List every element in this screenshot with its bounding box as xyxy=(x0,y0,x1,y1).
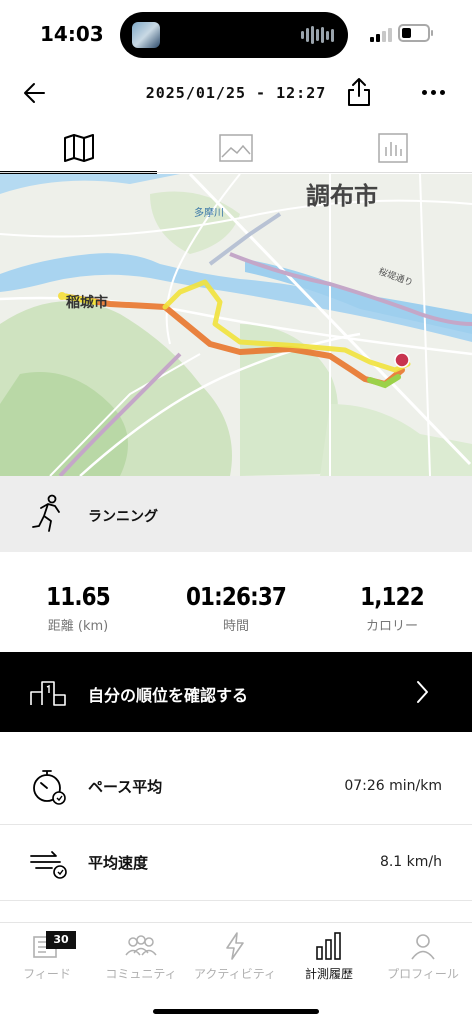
activity-type-label: ランニング xyxy=(88,509,158,525)
nav-item-activity[interactable]: アクティビティ xyxy=(188,929,282,982)
bottom-nav: 30 フィード コミュニティ アクティビティ 計測履歴 プロフィール xyxy=(0,922,472,993)
nav-item-feed[interactable]: 30 フィード xyxy=(0,929,94,982)
stat-calories-value: 1,122 xyxy=(360,582,425,611)
stat-time-label: 時間 xyxy=(222,619,249,634)
history-bars-icon xyxy=(316,932,341,960)
stopwatch-icon xyxy=(30,766,68,806)
speed-icon xyxy=(30,842,68,882)
nav-label-activity: アクティビティ xyxy=(194,967,276,981)
metric-divider xyxy=(0,900,472,901)
stat-time: 01:26:37 時間 xyxy=(166,582,306,634)
map-label-chofu: 調布市 xyxy=(306,182,378,210)
metric-pace-value: 07:26 min/km xyxy=(344,778,442,794)
route-end-marker xyxy=(394,352,410,368)
nav-item-community[interactable]: コミュニティ xyxy=(94,929,188,982)
image-icon xyxy=(219,134,253,162)
now-playing-artwork xyxy=(132,22,160,48)
metric-speed-value: 8.1 km/h xyxy=(379,854,442,870)
stat-distance-label: 距離 (km) xyxy=(47,619,109,634)
running-icon xyxy=(30,494,66,534)
nav-label-community: コミュニティ xyxy=(105,967,177,981)
battery-icon xyxy=(398,24,433,42)
profile-icon xyxy=(411,934,435,960)
stat-distance-value: 11.65 xyxy=(46,582,111,611)
tab-photos[interactable] xyxy=(157,124,314,172)
activity-type-row: ランニング xyxy=(0,476,472,552)
route-map[interactable]: 調布市 稲城市 多摩川 桜堤通り xyxy=(0,174,472,476)
stat-calories: 1,122 カロリー xyxy=(322,582,462,634)
bar-chart-icon xyxy=(378,133,409,163)
nav-label-history: 計測履歴 xyxy=(304,967,353,981)
ranking-button[interactable]: 自分の順位を確認する xyxy=(0,652,472,732)
activity-date-title: 2025/01/25 - 12:27 xyxy=(145,84,327,102)
nav-item-profile[interactable]: プロフィール xyxy=(376,929,470,982)
tab-stats[interactable] xyxy=(315,124,472,172)
metric-row-speed: 平均速度 8.1 km/h xyxy=(0,826,472,898)
podium-icon xyxy=(30,676,66,706)
home-indicator[interactable] xyxy=(153,1009,319,1014)
nav-item-history[interactable]: 計測履歴 xyxy=(282,929,376,982)
metric-divider xyxy=(0,824,472,825)
nav-label-feed: フィード xyxy=(23,967,71,981)
metric-row-pace: ペース平均 07:26 min/km xyxy=(0,750,472,822)
more-options-icon[interactable] xyxy=(418,80,448,104)
tab-map[interactable] xyxy=(0,124,158,174)
dynamic-island[interactable] xyxy=(120,12,348,58)
stat-distance: 11.65 距離 (km) xyxy=(8,582,148,634)
audio-waveform-icon xyxy=(301,25,334,45)
map-label-river: 多摩川 xyxy=(194,208,224,219)
metric-speed-label: 平均速度 xyxy=(88,854,149,872)
stat-time-value: 01:26:37 xyxy=(185,582,287,611)
stat-calories-label: カロリー xyxy=(365,619,418,634)
header: 2025/01/25 - 12:27 xyxy=(0,70,472,116)
chevron-right-icon xyxy=(414,678,432,706)
cellular-signal-icon xyxy=(370,26,392,42)
detail-tabs xyxy=(0,124,472,174)
lightning-icon xyxy=(226,932,244,960)
community-icon xyxy=(125,935,157,956)
metric-pace-label: ペース平均 xyxy=(88,778,163,796)
tabs-divider xyxy=(0,172,472,173)
status-bar: 14:03 xyxy=(0,0,472,70)
summary-stats: 11.65 距離 (km) 01:26:37 時間 1,122 カロリー xyxy=(0,552,472,652)
nav-label-profile: プロフィール xyxy=(387,967,459,981)
share-icon[interactable] xyxy=(344,76,374,108)
ranking-label: 自分の順位を確認する xyxy=(88,686,249,705)
route-start-marker xyxy=(58,292,66,300)
feed-badge: 30 xyxy=(46,931,76,949)
map-label-inagi: 稲城市 xyxy=(66,295,108,311)
status-time: 14:03 xyxy=(40,22,104,46)
map-canvas xyxy=(0,174,472,476)
map-icon xyxy=(63,134,94,162)
